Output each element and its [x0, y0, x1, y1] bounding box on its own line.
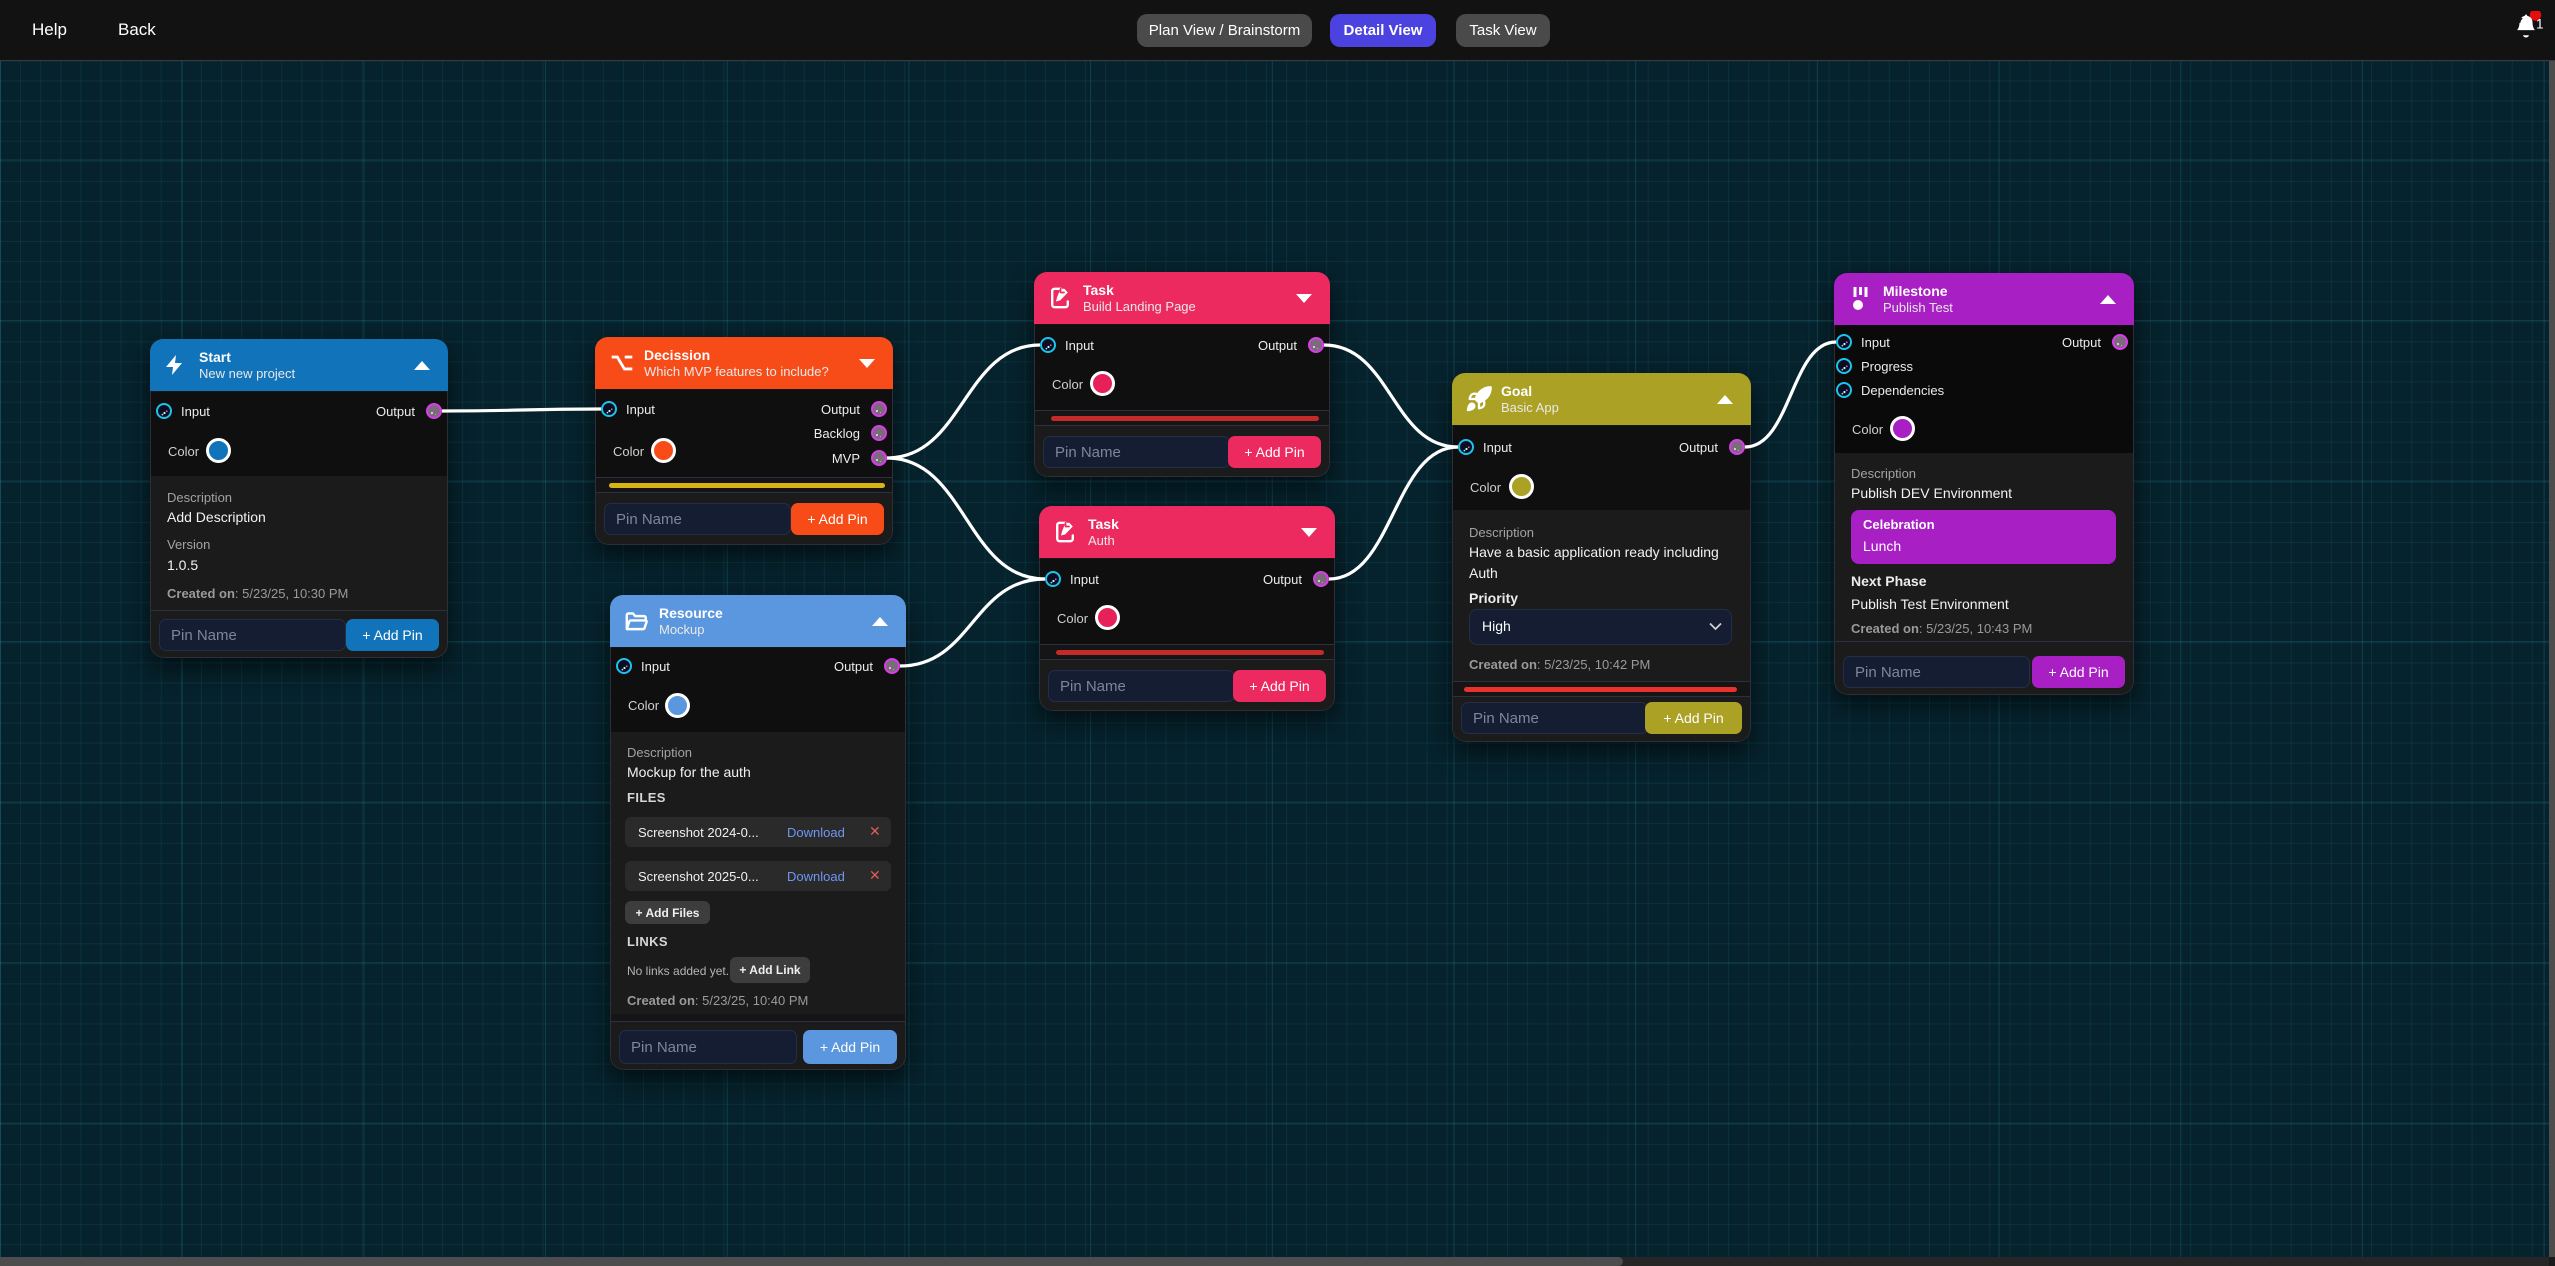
svg-text:1: 1 — [2536, 17, 2544, 32]
